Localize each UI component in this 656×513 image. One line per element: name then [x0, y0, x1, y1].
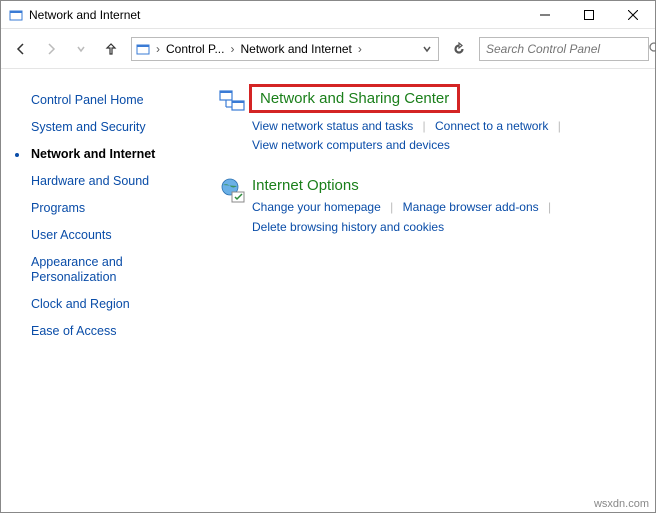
sidebar-item-hardware-sound[interactable]: Hardware and Sound — [1, 168, 196, 195]
section-internet-options: Internet Options Change your homepage | … — [218, 177, 645, 236]
navigation-bar: › Control P... › Network and Internet › — [1, 29, 655, 69]
link-change-homepage[interactable]: Change your homepage — [252, 200, 381, 214]
watermark-text: wsxdn.com — [594, 498, 649, 510]
section-network-sharing: Network and Sharing Center View network … — [218, 87, 645, 155]
link-divider: | — [423, 119, 426, 133]
sidebar-item-clock-region[interactable]: Clock and Region — [1, 291, 196, 318]
sidebar-item-control-panel-home[interactable]: Control Panel Home — [1, 87, 196, 114]
chevron-right-icon[interactable]: › — [228, 38, 236, 60]
window-icon — [9, 8, 23, 22]
sidebar-item-user-accounts[interactable]: User Accounts — [1, 222, 196, 249]
sidebar-item-ease-of-access[interactable]: Ease of Access — [1, 318, 196, 345]
main-panel: Network and Sharing Center View network … — [196, 69, 655, 512]
address-dropdown[interactable] — [416, 38, 438, 60]
search-input[interactable] — [480, 42, 649, 56]
chevron-right-icon[interactable]: › — [154, 38, 162, 60]
maximize-button[interactable] — [567, 1, 611, 29]
link-view-network-status[interactable]: View network status and tasks — [252, 119, 413, 133]
forward-button[interactable] — [37, 35, 65, 63]
sidebar-item-system-security[interactable]: System and Security — [1, 114, 196, 141]
link-divider: | — [390, 200, 393, 214]
search-icon[interactable] — [649, 42, 656, 55]
breadcrumb-network-internet[interactable]: Network and Internet — [236, 38, 355, 60]
link-connect-to-network[interactable]: Connect to a network — [435, 119, 548, 133]
breadcrumb-control-panel[interactable]: Control P... — [162, 38, 228, 60]
sidebar: Control Panel Home System and Security N… — [1, 69, 196, 512]
internet-options-icon — [218, 177, 252, 236]
content-area: Control Panel Home System and Security N… — [1, 69, 655, 512]
address-bar[interactable]: › Control P... › Network and Internet › — [131, 37, 439, 61]
up-button[interactable] — [97, 35, 125, 63]
control-panel-icon — [132, 42, 154, 56]
heading-network-sharing[interactable]: Network and Sharing Center — [249, 84, 460, 113]
refresh-button[interactable] — [445, 37, 473, 61]
link-delete-history[interactable]: Delete browsing history and cookies — [252, 220, 444, 234]
link-divider: | — [558, 119, 561, 133]
back-button[interactable] — [7, 35, 35, 63]
chevron-right-icon[interactable]: › — [356, 38, 364, 60]
sidebar-item-network-internet[interactable]: Network and Internet — [1, 141, 196, 168]
heading-internet-options[interactable]: Internet Options — [252, 177, 645, 194]
minimize-button[interactable] — [523, 1, 567, 29]
link-divider: | — [548, 200, 551, 214]
sidebar-item-appearance-personalization[interactable]: Appearance and Personalization — [1, 249, 196, 291]
search-box[interactable] — [479, 37, 649, 61]
sidebar-item-programs[interactable]: Programs — [1, 195, 196, 222]
window-title: Network and Internet — [29, 8, 140, 22]
link-view-network-computers[interactable]: View network computers and devices — [252, 138, 450, 152]
link-manage-addons[interactable]: Manage browser add-ons — [403, 200, 539, 214]
close-button[interactable] — [611, 1, 655, 29]
network-sharing-icon — [218, 87, 252, 155]
title-bar: Network and Internet — [1, 1, 655, 29]
recent-locations-button[interactable] — [67, 35, 95, 63]
